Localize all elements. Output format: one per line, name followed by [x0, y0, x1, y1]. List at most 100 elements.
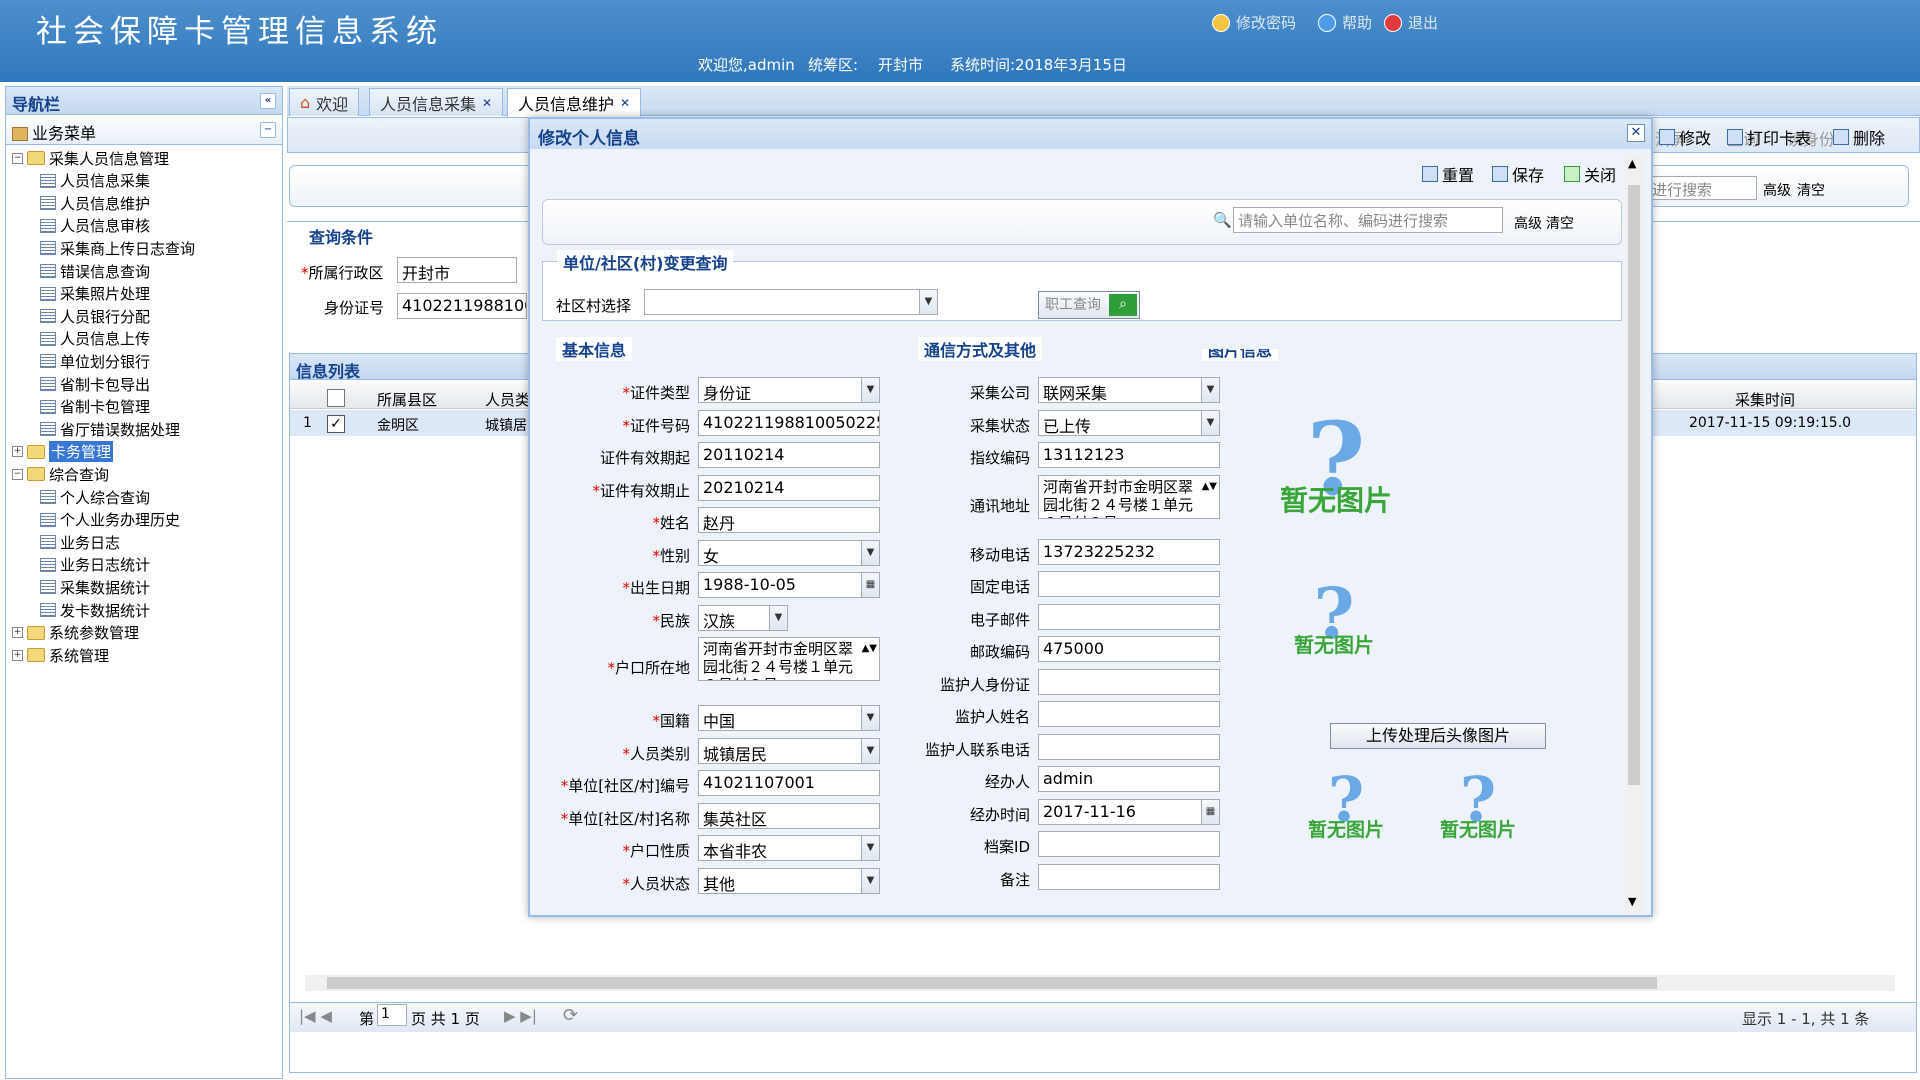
- tree-item-label: 错误信息查询: [60, 262, 151, 281]
- tree-leaf[interactable]: 省厅错误数据处理: [40, 418, 180, 440]
- close-tab-icon[interactable]: ✕: [620, 96, 630, 110]
- tree-leaf[interactable]: 省制卡包导出: [40, 373, 150, 395]
- region-label: 统筹区:: [808, 56, 859, 74]
- tab-person-maintain[interactable]: 人员信息维护 ✕: [507, 88, 642, 117]
- field-input[interactable]: 2017-11-16 ▦: [1038, 798, 1220, 825]
- collapse-left-icon[interactable]: «: [260, 93, 276, 109]
- field-input[interactable]: [1038, 863, 1220, 890]
- community-select[interactable]: ▼: [644, 289, 938, 315]
- row-checkbox[interactable]: ✓: [327, 415, 345, 433]
- background-search-input[interactable]: 进行搜索: [1647, 176, 1757, 200]
- tree-leaf[interactable]: 业务日志统计: [40, 554, 150, 576]
- logout-link[interactable]: 退出: [1384, 12, 1438, 33]
- field-input[interactable]: [1038, 668, 1220, 695]
- clear-link[interactable]: 清空: [1797, 180, 1825, 200]
- tree-item-label: 省厅错误数据处理: [60, 420, 181, 439]
- field-input[interactable]: 13112123: [1038, 442, 1220, 468]
- dialog-close-icon[interactable]: ✕: [1627, 124, 1645, 142]
- id-field[interactable]: 41022119881005: [397, 293, 527, 319]
- tree-leaf[interactable]: 人员信息上传: [40, 328, 150, 350]
- field-label: 采集公司: [969, 384, 1030, 402]
- tree-leaf[interactable]: 业务日志: [40, 531, 120, 553]
- expand-icon[interactable]: +: [12, 649, 23, 661]
- field-input[interactable]: [1038, 831, 1220, 857]
- page-input[interactable]: 1: [377, 1004, 407, 1026]
- tree-folder[interactable]: − 采集人员信息管理: [12, 147, 169, 169]
- tree-item-label: 业务日志: [60, 533, 121, 552]
- textarea-scroll-icon[interactable]: ▲▼: [1202, 478, 1217, 496]
- tree-leaf[interactable]: 人员信息维护: [40, 192, 150, 214]
- advanced-link[interactable]: 高级: [1763, 180, 1791, 200]
- tree-folder[interactable]: + 系统参数管理: [12, 622, 139, 644]
- tree-leaf[interactable]: 采集数据统计: [40, 576, 150, 598]
- refresh-icon[interactable]: ⟳: [563, 1005, 578, 1026]
- help-link[interactable]: 帮助: [1318, 12, 1372, 33]
- tab-person-collect[interactable]: 人员信息采集 ✕: [369, 88, 504, 116]
- horizontal-scrollbar[interactable]: [305, 975, 1895, 991]
- delete-button[interactable]: 删除: [1833, 125, 1885, 149]
- field-input[interactable]: [1038, 603, 1220, 630]
- chevron-down-icon: ▼: [919, 290, 937, 314]
- change-password-link[interactable]: 修改密码: [1212, 12, 1296, 33]
- field-input[interactable]: 联网采集 ▼: [1038, 377, 1220, 403]
- select-all-checkbox[interactable]: [327, 389, 345, 407]
- dialog-scrollbar[interactable]: ▲ ▼: [1625, 155, 1643, 915]
- chevron-down-icon[interactable]: ▼: [1201, 410, 1219, 435]
- field-input[interactable]: 13723225232: [1038, 538, 1220, 565]
- tree-leaf[interactable]: 人员信息采集: [40, 170, 150, 192]
- chevron-up-icon[interactable]: ▲: [1628, 157, 1636, 170]
- field-input[interactable]: 河南省开封市金明区翠园北街２４号楼１单元３号付３号▲▼: [1038, 474, 1220, 519]
- collapse-icon[interactable]: −: [12, 468, 23, 480]
- tree-item-label: 人员信息上传: [60, 330, 151, 349]
- tree-leaf[interactable]: 单位划分银行: [40, 350, 150, 372]
- calendar-icon[interactable]: ▦: [1201, 799, 1219, 824]
- field-input[interactable]: 已上传 ▼: [1038, 409, 1220, 436]
- tree-leaf[interactable]: 省制卡包管理: [40, 396, 150, 418]
- dialog-advanced-link[interactable]: 高级: [1514, 213, 1542, 233]
- field-input[interactable]: [1038, 701, 1220, 727]
- tree-leaf[interactable]: 个人综合查询: [40, 486, 150, 508]
- print-card-button[interactable]: 打印卡表: [1727, 125, 1811, 149]
- user-key-icon: [1212, 13, 1230, 32]
- dialog-search-input[interactable]: 请输入单位名称、编码进行搜索: [1233, 207, 1503, 233]
- row-number: 1: [303, 415, 312, 431]
- region-value: 开封市: [878, 56, 924, 74]
- chevron-down-icon[interactable]: ▼: [1201, 378, 1219, 402]
- chevron-down-icon[interactable]: ▼: [1628, 895, 1636, 908]
- tree-leaf[interactable]: 人员信息审核: [40, 215, 150, 237]
- region-field[interactable]: 开封市: [397, 257, 517, 283]
- field-input[interactable]: admin: [1038, 766, 1220, 792]
- tree-leaf[interactable]: 采集商上传日志查询: [40, 237, 195, 259]
- field-label: 电子邮件: [969, 610, 1030, 629]
- worker-query-button[interactable]: 职工查询 ⌕: [1038, 291, 1140, 319]
- expand-icon[interactable]: +: [12, 627, 23, 639]
- tree-folder[interactable]: − 综合查询: [12, 463, 109, 485]
- close-tab-icon[interactable]: ✕: [482, 96, 492, 110]
- close-button[interactable]: 关闭: [1564, 162, 1616, 186]
- tree-leaf[interactable]: 个人业务办理历史: [40, 509, 180, 531]
- tree-leaf[interactable]: 人员银行分配: [40, 305, 150, 327]
- collapse-icon[interactable]: −: [12, 152, 23, 164]
- row-county: 金明区: [377, 418, 419, 434]
- tab-welcome[interactable]: ⌂ 欢迎: [289, 88, 360, 116]
- reset-button[interactable]: 重置: [1422, 162, 1474, 186]
- first-page-icon[interactable]: |◀ ◀: [299, 1007, 332, 1025]
- save-button[interactable]: 保存: [1492, 162, 1544, 186]
- tree-leaf[interactable]: 采集照片处理: [40, 283, 150, 305]
- next-page-icon[interactable]: ▶ ▶|: [504, 1007, 537, 1025]
- tree-leaf[interactable]: 错误信息查询: [40, 260, 150, 282]
- expand-icon[interactable]: +: [12, 446, 23, 458]
- upload-photo-button[interactable]: 上传处理后头像图片: [1330, 723, 1546, 749]
- business-menu-header[interactable]: 业务菜单 −: [6, 115, 282, 145]
- tree-leaf[interactable]: 发卡数据统计: [40, 599, 150, 621]
- edit-button[interactable]: 修改: [1659, 125, 1711, 149]
- field-input[interactable]: 475000: [1038, 636, 1220, 662]
- tree-folder[interactable]: + 系统管理: [12, 644, 109, 666]
- field-input[interactable]: [1038, 571, 1220, 597]
- field-input[interactable]: [1038, 733, 1220, 760]
- tree-folder[interactable]: + 卡务管理: [12, 441, 114, 463]
- tree-item-label: 人员信息审核: [60, 217, 151, 236]
- collapse-menu-icon[interactable]: −: [260, 122, 276, 138]
- dialog-clear-link[interactable]: 清空: [1546, 213, 1574, 233]
- document-icon: [40, 490, 56, 504]
